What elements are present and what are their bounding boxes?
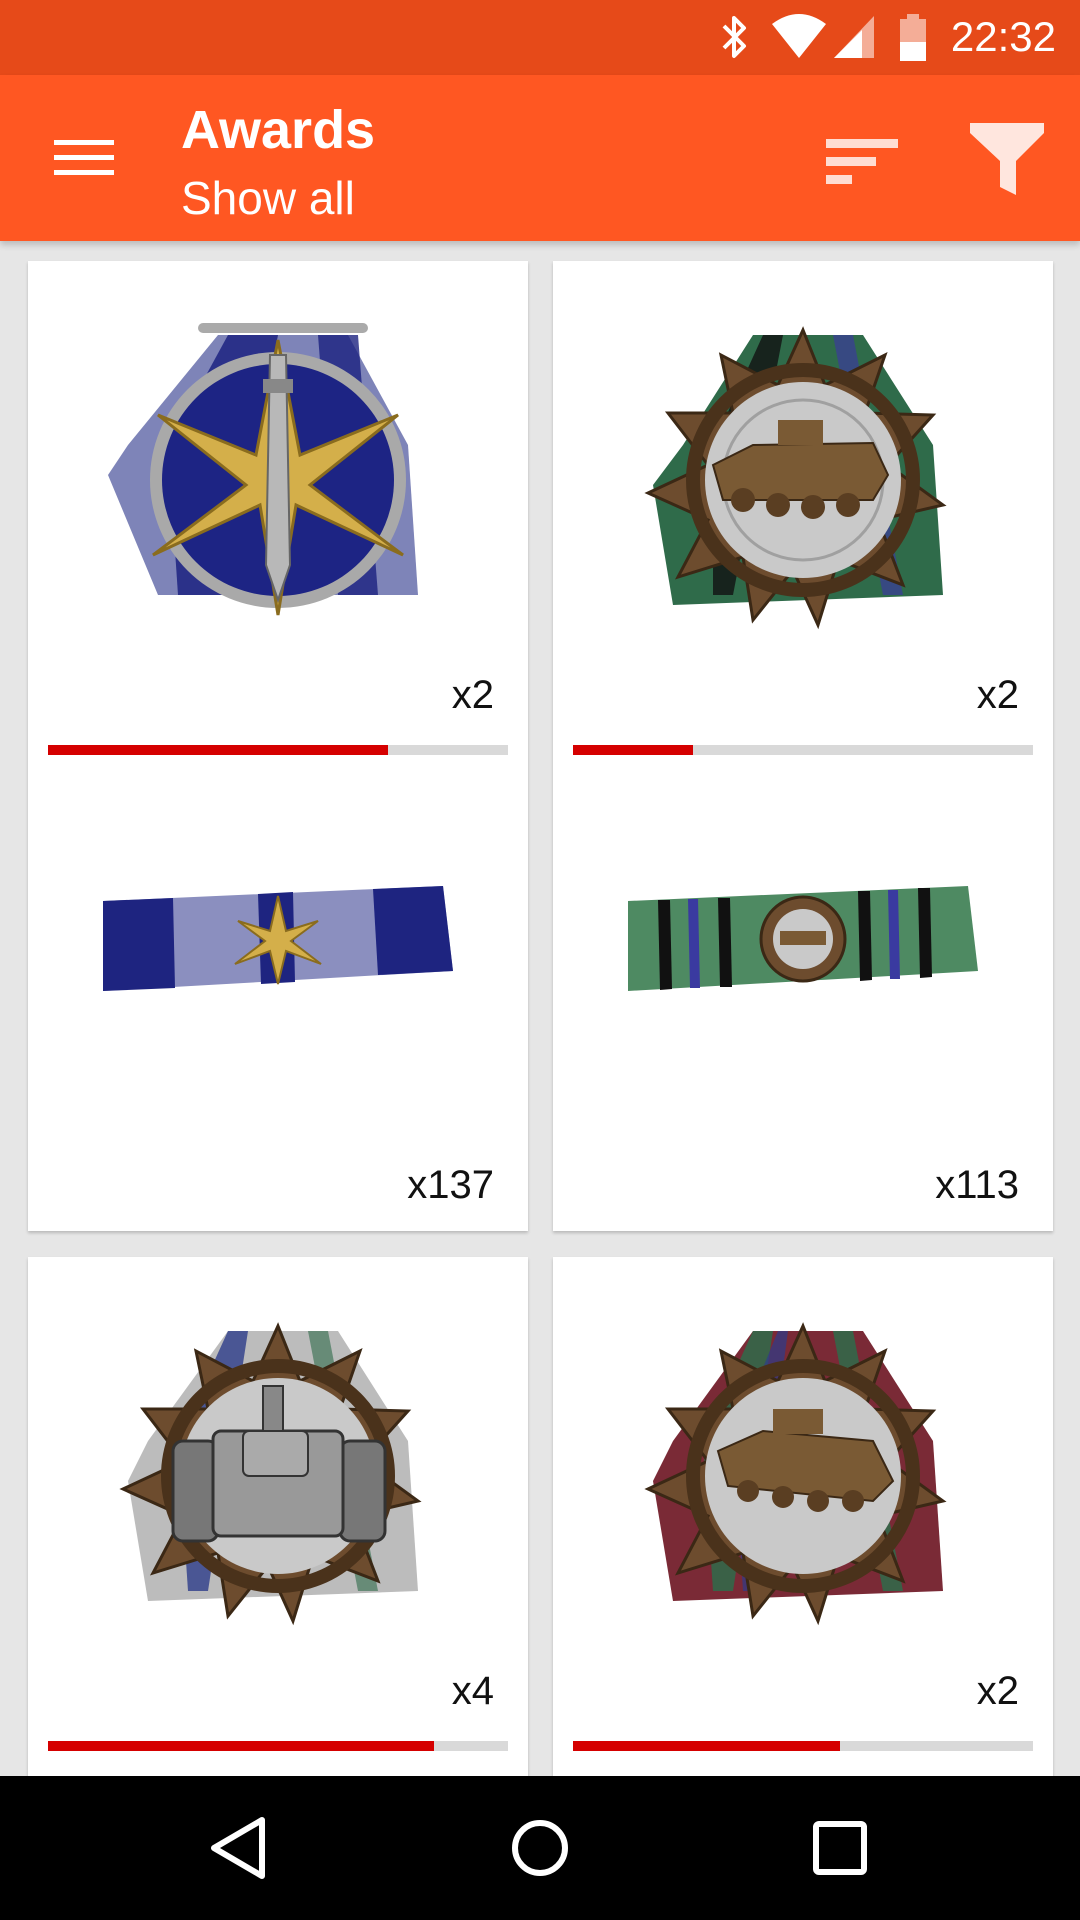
- medal-progress-bar: [573, 1741, 1033, 1751]
- page-title: Awards: [181, 100, 376, 160]
- filter-subtitle[interactable]: Show all: [181, 171, 355, 225]
- medal-count: x2: [451, 673, 494, 717]
- bluetooth-icon: [722, 16, 746, 58]
- progress-fill: [48, 745, 389, 755]
- award-card[interactable]: x2: [553, 1257, 1053, 1776]
- medal-count: x4: [451, 1669, 494, 1713]
- navigation-bar: [0, 1776, 1080, 1920]
- sort-icon[interactable]: [816, 127, 906, 193]
- ifv-bronze-wreath-medal-red-image: [644, 1322, 947, 1626]
- award-card[interactable]: x4: [28, 1257, 528, 1776]
- ifv-bronze-wreath-medal-image: [644, 326, 947, 630]
- medal-progress-bar: [48, 1741, 508, 1751]
- medal-count: x2: [976, 1669, 1019, 1713]
- wifi-icon: [772, 14, 826, 58]
- recents-icon[interactable]: [800, 1808, 880, 1888]
- tank-bronze-wreath-medal-image: [119, 1322, 422, 1626]
- blue-white-ribbon-image: [103, 886, 453, 991]
- progress-fill: [48, 1741, 435, 1751]
- status-time: 22:32: [950, 13, 1056, 60]
- home-icon[interactable]: [500, 1808, 580, 1888]
- ribbon-count: x137: [407, 1163, 494, 1207]
- award-card[interactable]: x2 x137: [28, 261, 528, 1231]
- medal-progress-bar: [48, 745, 508, 755]
- ribbon-count: x113: [935, 1163, 1019, 1207]
- medal-progress-bar: [573, 745, 1033, 755]
- medal-count: x2: [976, 673, 1019, 717]
- back-icon[interactable]: [200, 1808, 280, 1888]
- awards-grid[interactable]: x2 x137 x2 x113 x4 x2: [0, 241, 1080, 1776]
- green-black-ribbon-image: [628, 886, 978, 991]
- battery-icon: [900, 14, 926, 61]
- app-bar: Awards Show all: [0, 75, 1080, 241]
- status-bar: 22:32: [0, 0, 1080, 75]
- menu-icon[interactable]: [40, 130, 126, 186]
- progress-fill: [573, 745, 693, 755]
- combat-knife-star-medal-image: [108, 323, 418, 616]
- cell-signal-icon: [834, 16, 874, 58]
- award-card[interactable]: x2 x113: [553, 261, 1053, 1231]
- filter-icon[interactable]: [962, 117, 1052, 203]
- progress-fill: [573, 1741, 840, 1751]
